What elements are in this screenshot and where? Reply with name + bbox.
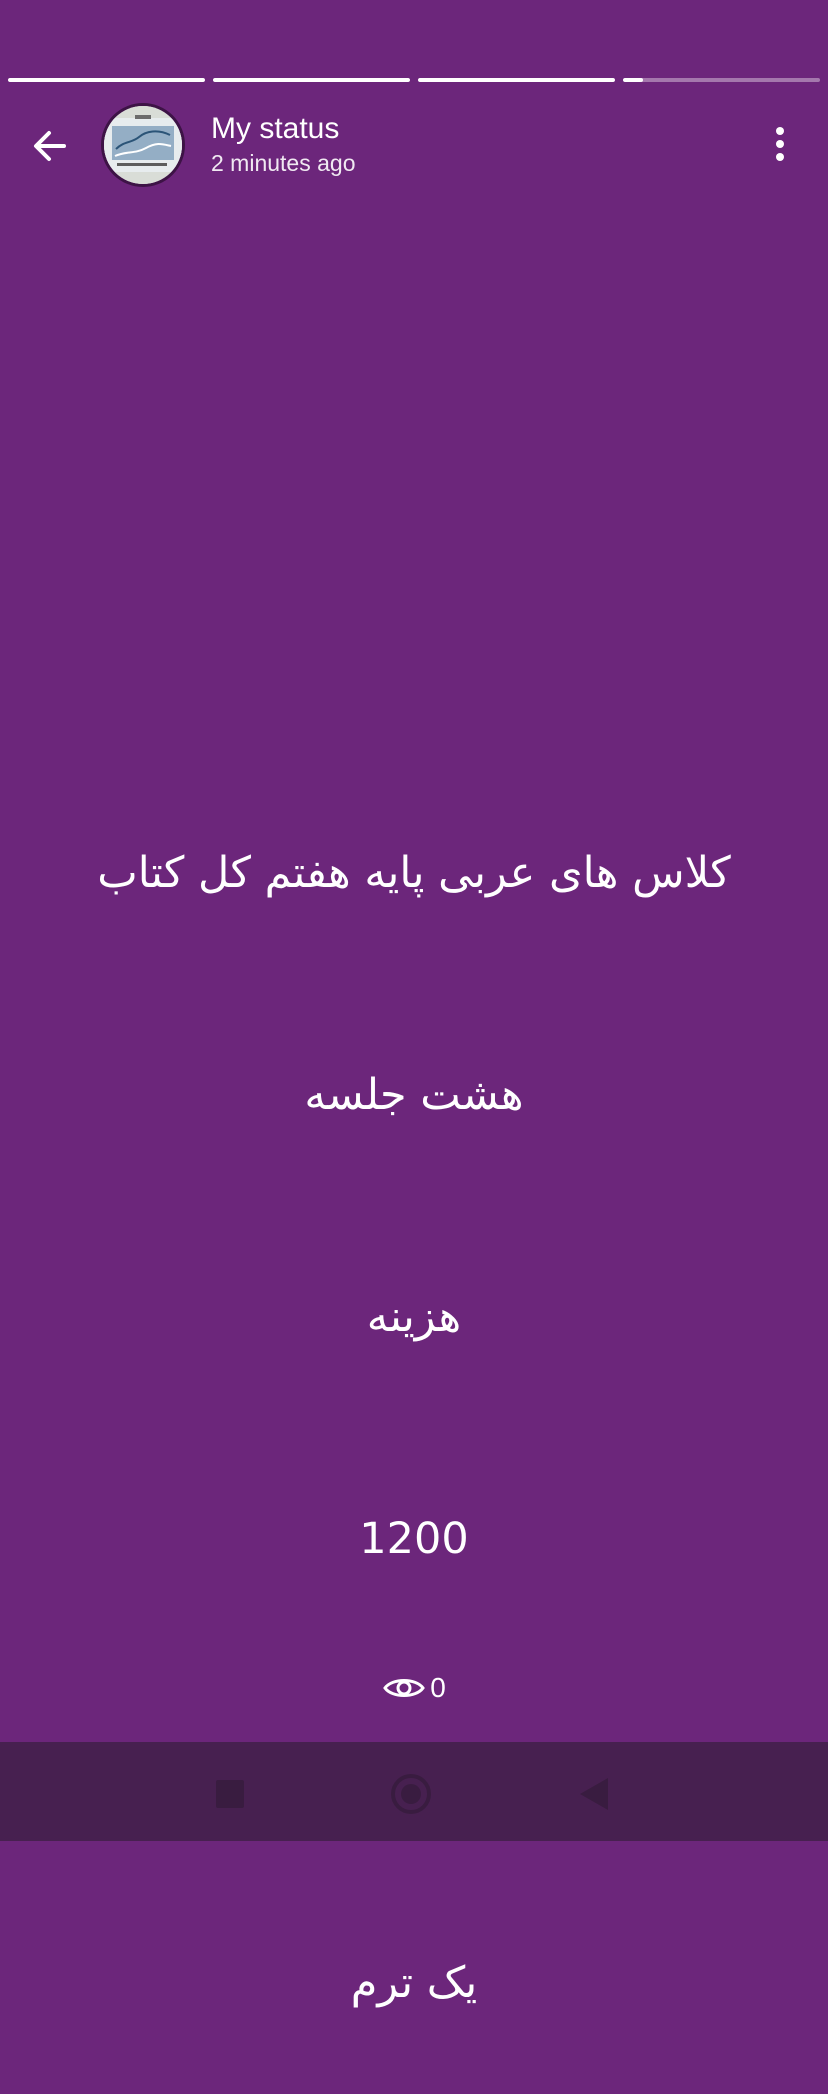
views-counter[interactable]: 0 [0, 1672, 828, 1704]
recent-apps-button[interactable] [204, 1768, 256, 1820]
progress-segment-4 [623, 78, 820, 82]
progress-segment-4-fill [623, 78, 643, 82]
eye-icon [383, 1679, 426, 1697]
back-button[interactable] [24, 120, 76, 172]
more-options-button[interactable] [758, 118, 802, 170]
progress-segment-2 [213, 78, 410, 82]
avatar-image-icon [104, 106, 182, 184]
system-back-button[interactable] [568, 1768, 620, 1820]
avatar[interactable] [101, 103, 185, 187]
triangle-back-icon [580, 1778, 608, 1810]
back-arrow-icon [34, 131, 66, 161]
status-timestamp: 2 minutes ago [211, 150, 356, 176]
message-line-1: کلاس های عربی پایه هفتم کل کتاب [97, 848, 731, 898]
home-circle-icon [391, 1774, 431, 1814]
progress-segment-2-fill [213, 78, 410, 82]
status-message: کلاس های عربی پایه هفتم کل کتاب هشت جلسه… [24, 688, 804, 2094]
progress-segment-3 [418, 78, 615, 82]
home-button[interactable] [385, 1768, 437, 1820]
progress-segment-1 [8, 78, 205, 82]
message-line-6: یک ترم [350, 1958, 478, 2008]
system-navigation-bar [0, 1742, 828, 1841]
progress-segment-3-fill [418, 78, 615, 82]
status-title: My status [211, 112, 340, 145]
square-icon [216, 1780, 244, 1808]
status-title-area: My status 2 minutes ago [211, 112, 631, 177]
message-line-4: 1200 [359, 1514, 469, 1564]
views-count: 0 [430, 1672, 446, 1703]
message-line-3: هزینه [366, 1292, 462, 1342]
status-progress-bar [8, 78, 820, 83]
more-vertical-icon [776, 127, 784, 161]
status-header: My status 2 minutes ago [0, 100, 828, 190]
progress-segment-1-fill [8, 78, 205, 82]
message-line-2: هشت جلسه [304, 1070, 524, 1120]
